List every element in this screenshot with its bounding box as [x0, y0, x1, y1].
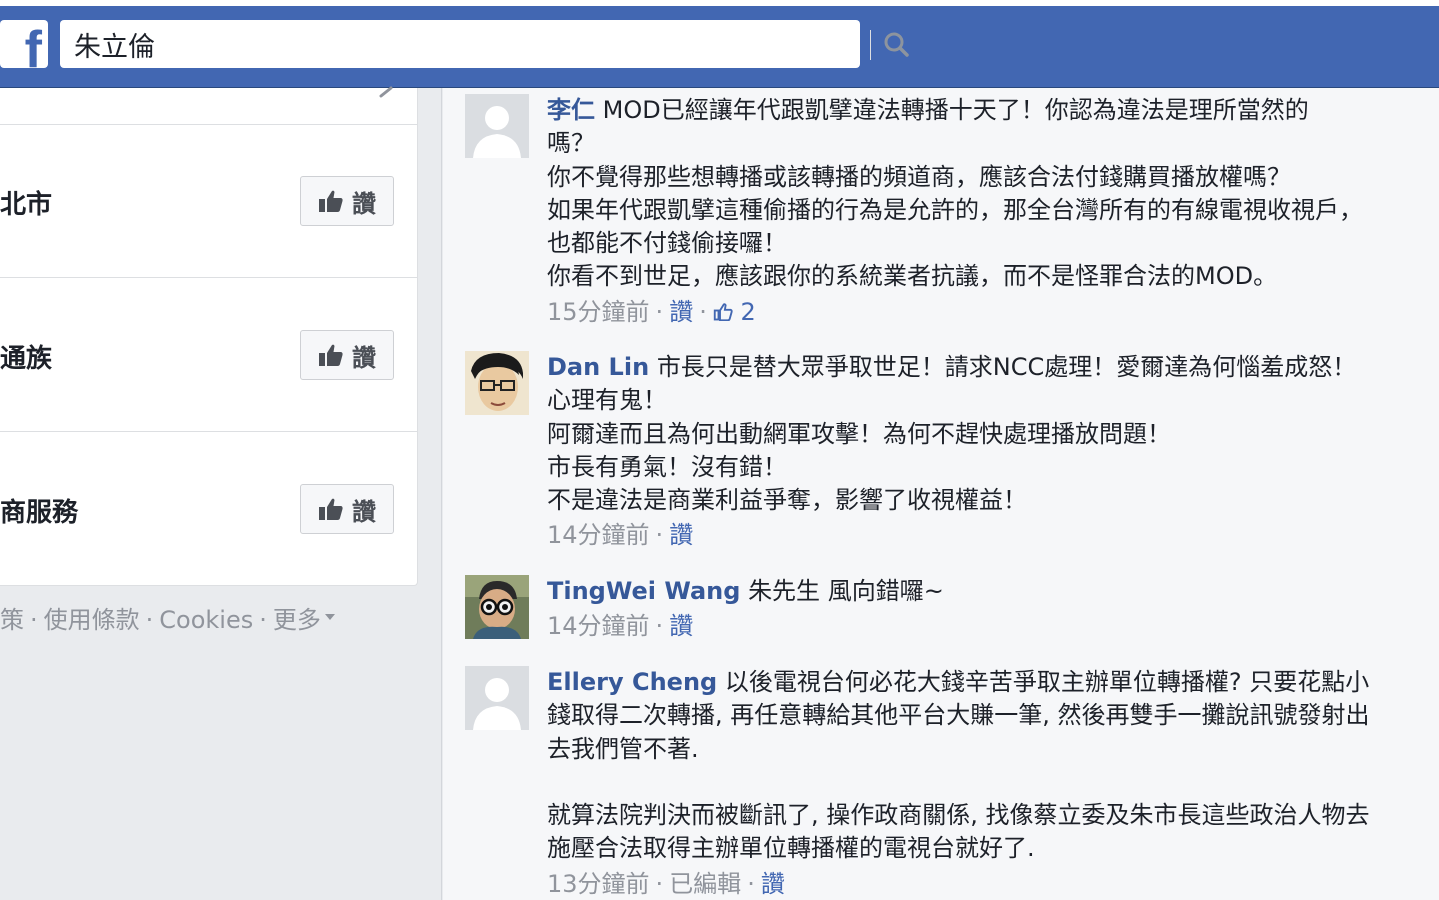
comment-author[interactable]: Ellery Cheng — [547, 668, 717, 696]
top-bar: f — [0, 0, 1439, 88]
comment-text: 去我們管不著. — [547, 734, 699, 763]
comment-text: 心理有鬼！ — [547, 386, 667, 415]
thumbs-up-icon — [319, 344, 343, 366]
comment-meta: 13分鐘前 · 已編輯 · 讚 — [547, 869, 785, 898]
comment-text: 如果年代跟凱擘這種偷播的行為是允許的，那全台灣所有的有線電視收視戶， — [547, 195, 1363, 224]
avatar[interactable] — [465, 351, 529, 415]
user-photo-icon — [465, 351, 529, 415]
comment-meta: 14分鐘前 · 讚 — [547, 612, 694, 641]
comment-body: Dan Lin 市長只是替大眾爭取世足！請求NCC處理！愛爾達為何惱羞成怒！ 心… — [547, 351, 1439, 553]
comment-like-link[interactable]: 讚 — [669, 298, 693, 326]
footer-link-more[interactable]: 更多 — [273, 606, 321, 634]
like-page-button[interactable]: 讚 — [300, 176, 394, 226]
comment-text: 施壓合法取得主辦單位轉播權的電視台就好了. — [547, 834, 1035, 863]
comment-timestamp[interactable]: 14分鐘前 — [547, 521, 650, 549]
comment-body: Ellery Cheng 以後電視台何必花大錢辛苦爭取主辦單位轉播權? 只要花點… — [547, 666, 1439, 900]
comment-timestamp[interactable]: 13分鐘前 — [547, 870, 650, 898]
comment-meta: 15分鐘前 · 讚 · 2 — [547, 297, 756, 326]
footer-links: 策 · 使用條款 · Cookies · 更多 — [0, 600, 335, 635]
search-icon — [884, 32, 909, 57]
comment-text: MOD已經讓年代跟凱擘違法轉播十天了！你認為違法是理所當然的 — [602, 96, 1309, 124]
comment-timestamp[interactable]: 14分鐘前 — [547, 612, 650, 640]
like-page-button[interactable]: 讚 — [300, 330, 394, 380]
caret-down-icon[interactable] — [324, 614, 335, 620]
comment-author[interactable]: Dan Lin — [547, 353, 649, 381]
search-input[interactable] — [74, 26, 804, 62]
comment-meta: 14分鐘前 · 讚 — [547, 521, 694, 550]
comment-text: 你看不到世足，應該跟你的系統業者抗議，而不是怪罪合法的MOD。 — [547, 262, 1278, 291]
thumbs-up-icon — [319, 190, 343, 212]
page-row: 商服務 讚 — [0, 432, 418, 586]
comment-author[interactable]: TingWei Wang — [547, 577, 740, 605]
footer-link-cookies[interactable]: Cookies — [159, 606, 253, 634]
comment-text: 就算法院判決而被斷訊了, 操作政商關係, 找像蔡立委及朱市長這些政治人物去 — [547, 801, 1370, 830]
comment-text: 市長有勇氣！沒有錯！ — [547, 452, 787, 481]
page-row: 北市 讚 — [0, 124, 418, 278]
default-avatar-icon — [465, 94, 529, 158]
facebook-logo-icon[interactable]: f — [0, 20, 48, 68]
comment-text: 你不覺得那些想轉播或該轉播的頻道商，應該合法付錢購買播放權嗎？ — [547, 162, 1291, 191]
comment-text: 也都能不付錢偷接囉！ — [547, 229, 787, 258]
comment-body: 李仁 MOD已經讓年代跟凱擘違法轉播十天了！你認為違法是理所當然的 嗎？ 你不覺… — [547, 94, 1439, 330]
page-name[interactable]: 商服務 — [0, 492, 78, 529]
like-count-icon — [713, 303, 733, 321]
left-column: 北市 讚 通族 讚 商服務 讚 策 · 使用條款 · Cookies · 更多 — [0, 86, 442, 900]
comment-author[interactable]: 李仁 — [547, 96, 595, 124]
comment-like-link[interactable]: 讚 — [669, 521, 693, 549]
thumbs-up-icon — [319, 498, 343, 520]
comment-like-count[interactable]: 2 — [713, 298, 756, 326]
avatar[interactable] — [465, 666, 529, 730]
comment-text: 朱先生 風向錯囉~ — [748, 577, 944, 605]
avatar[interactable] — [465, 94, 529, 158]
footer-link-terms[interactable]: 使用條款 — [44, 606, 140, 634]
like-page-button[interactable]: 讚 — [300, 484, 394, 534]
avatar[interactable] — [465, 575, 529, 639]
like-button-label: 讚 — [352, 343, 376, 372]
comments-list: 李仁 MOD已經讓年代跟凱擘違法轉播十天了！你認為違法是理所當然的 嗎？ 你不覺… — [443, 88, 1439, 900]
pages-card: 北市 讚 通族 讚 商服務 讚 — [0, 86, 418, 586]
footer-link-policy[interactable]: 策 — [0, 606, 24, 634]
like-button-label: 讚 — [352, 497, 376, 526]
default-avatar-icon — [465, 666, 529, 730]
comment-like-link[interactable]: 讚 — [761, 870, 785, 898]
comment-text: 嗎？ — [547, 129, 595, 158]
comment-text: 以後電視台何必花大錢辛苦爭取主辦單位轉播權? 只要花點小 — [724, 668, 1370, 696]
comment-edited-label[interactable]: 已編輯 — [669, 870, 741, 898]
like-button-label: 讚 — [352, 189, 376, 218]
comment-text: 不是違法是商業利益爭奪，影響了收視權益！ — [547, 486, 1027, 515]
search-divider — [870, 30, 871, 60]
search-box — [60, 20, 909, 68]
comment-body: TingWei Wang 朱先生 風向錯囉~ 14分鐘前 · 讚 — [547, 575, 1439, 644]
chevron-right-icon[interactable] — [375, 78, 397, 100]
comment-text: 阿爾達而且為何出動網軍攻擊！為何不趕快處理播放問題！ — [547, 419, 1171, 448]
search-button[interactable] — [872, 20, 920, 68]
comment-text: 錢取得二次轉播, 再任意轉給其他平台大賺一筆, 然後再雙手一攤說訊號發射出 — [547, 701, 1370, 730]
comment-like-link[interactable]: 讚 — [669, 612, 693, 640]
page-name[interactable]: 通族 — [0, 338, 52, 375]
page-row: 通族 讚 — [0, 278, 418, 432]
comment-text: 市長只是替大眾爭取世足！請求NCC處理！愛爾達為何惱羞成怒！ — [656, 353, 1357, 381]
user-photo-icon — [465, 575, 529, 639]
page-name[interactable]: 北市 — [0, 184, 52, 221]
logo-letter: f — [24, 21, 42, 68]
comment-timestamp[interactable]: 15分鐘前 — [547, 298, 650, 326]
